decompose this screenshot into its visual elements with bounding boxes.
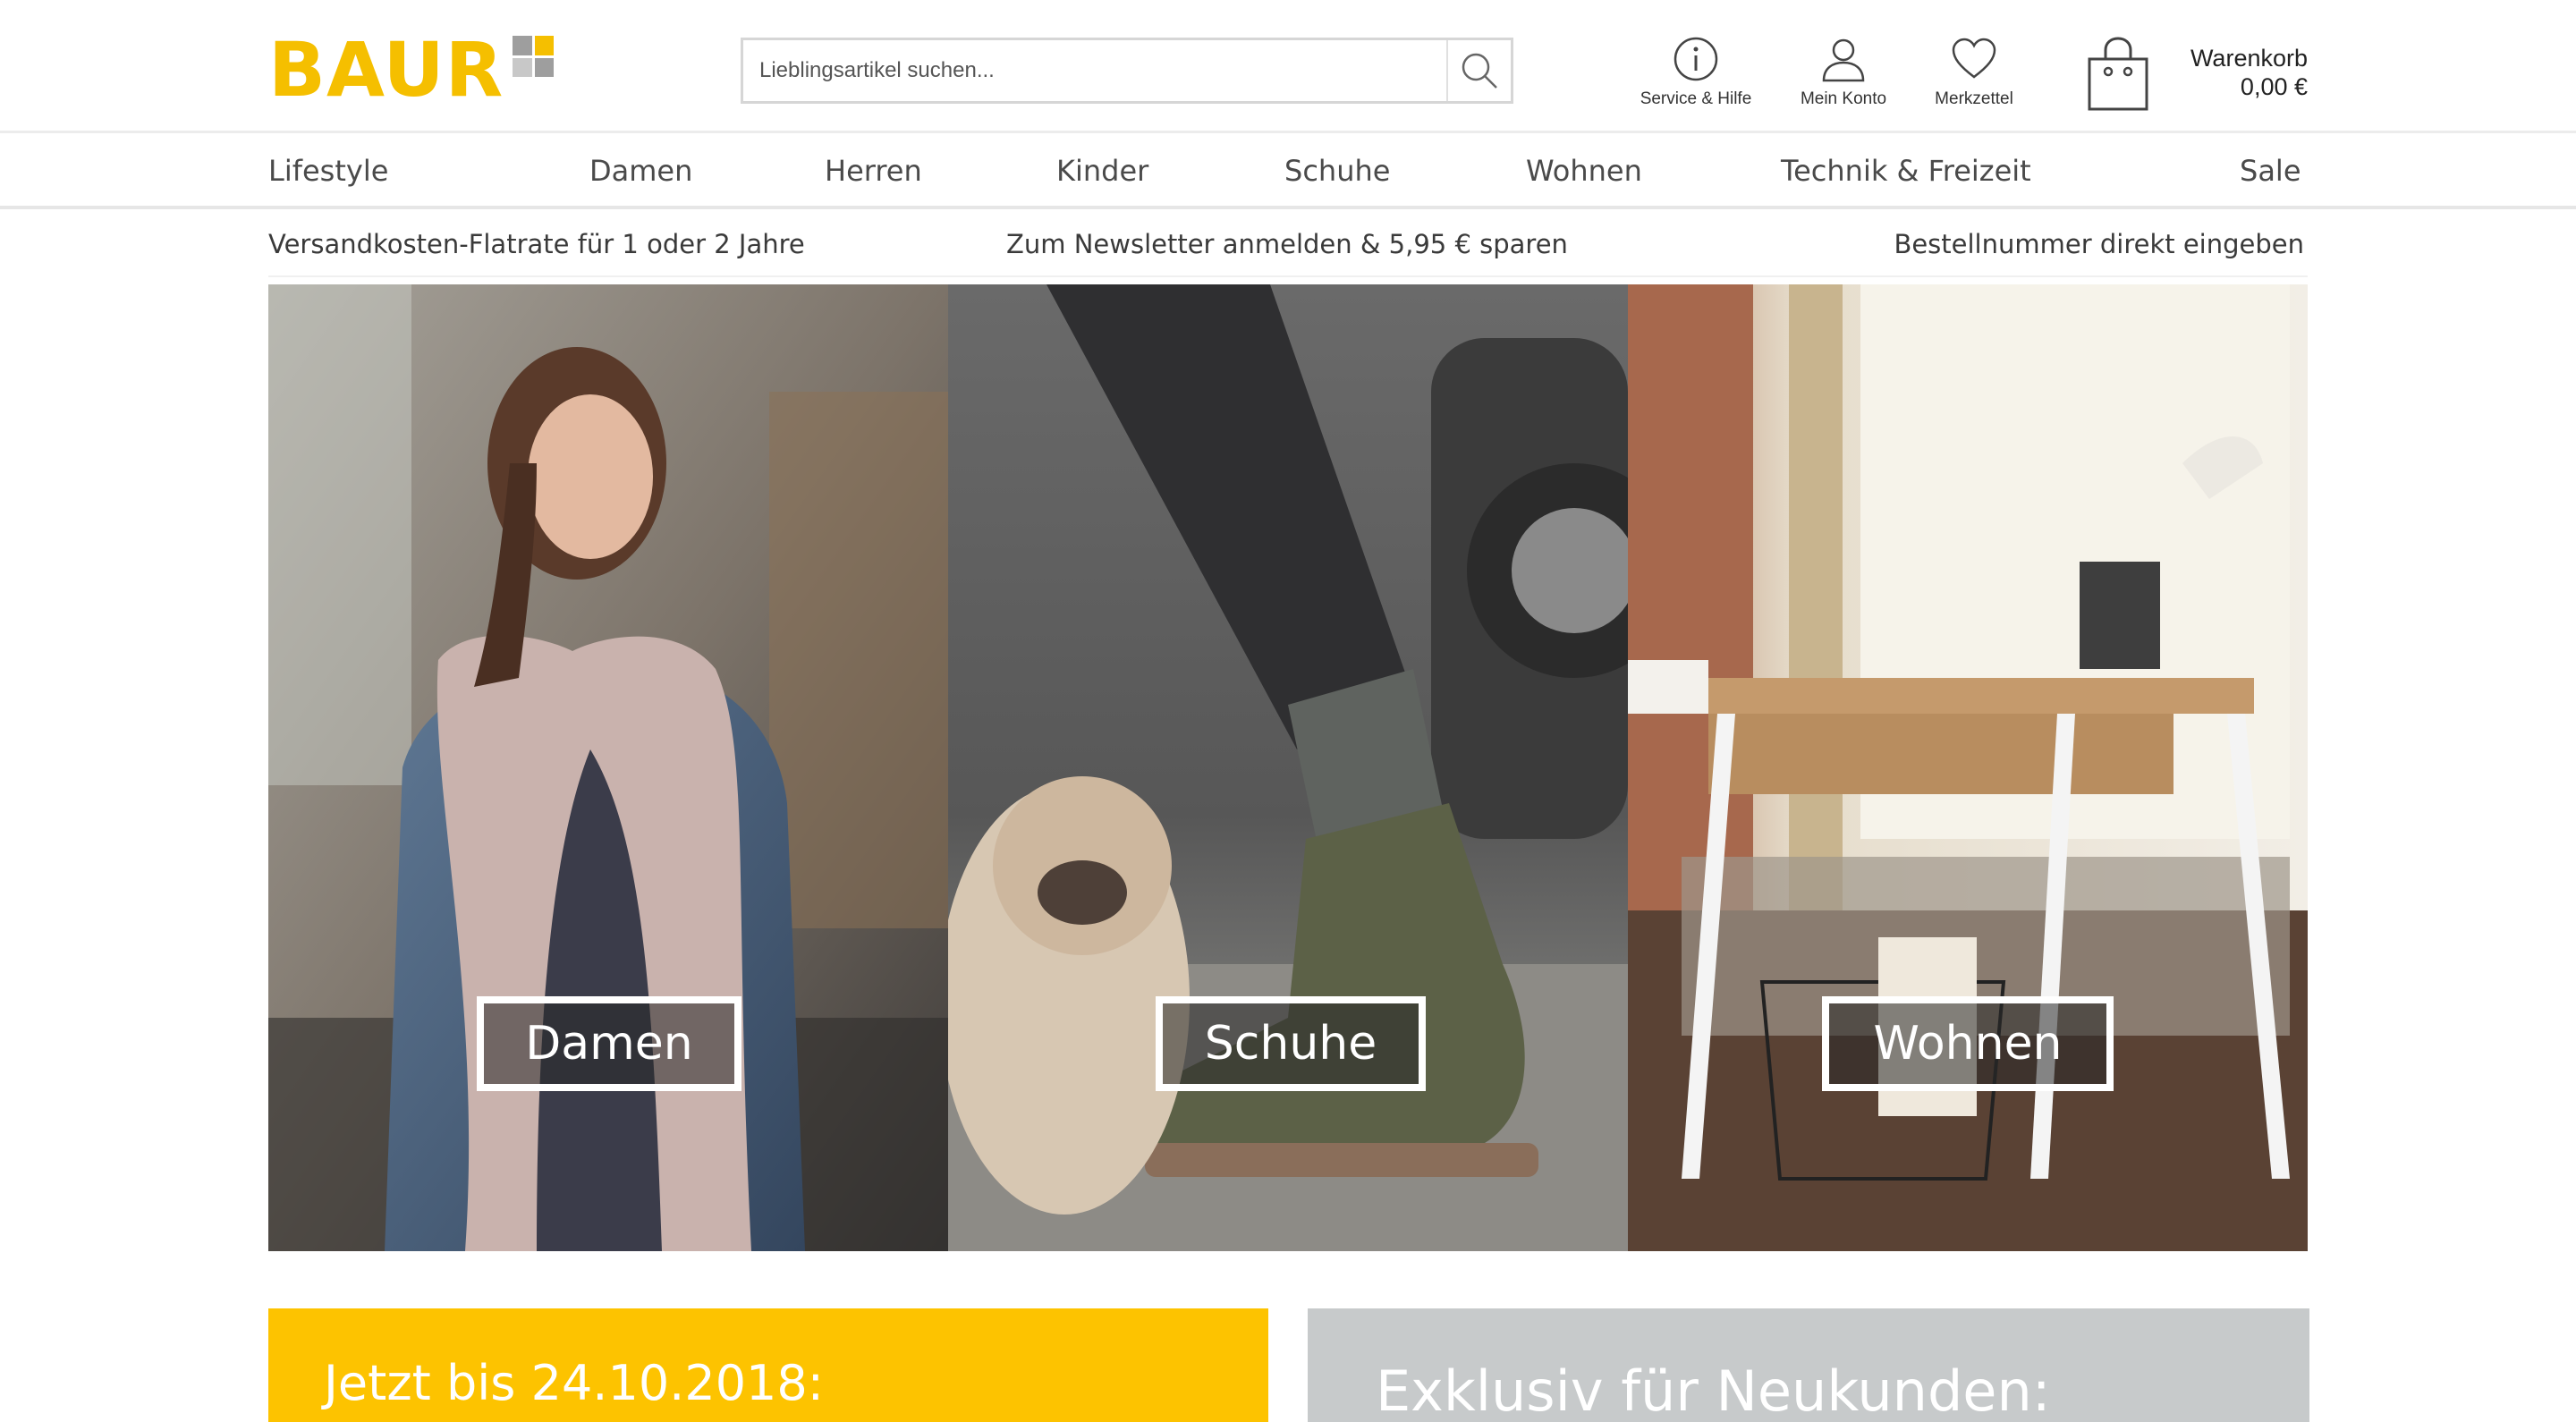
main-nav: Lifestyle Damen Herren Kinder Schuhe Woh… [0,136,2576,209]
merkzettel-label: Merkzettel [1935,89,2013,108]
tile-label-schuhe[interactable]: Schuhe [1156,996,1426,1091]
info-icon [1674,37,1718,81]
user-icon [1822,38,1865,82]
service-hilfe-link[interactable]: Service & Hilfe [1637,36,1755,109]
promo-date-text: Jetzt bis 24.10.2018: [324,1355,824,1411]
search-box [741,38,1513,104]
promo-box-date[interactable]: Jetzt bis 24.10.2018: [268,1308,1268,1422]
baur-logo[interactable]: BAUR [268,26,555,114]
site-header: BAUR Service & Hilfe Mein Konto Merk [0,0,2576,133]
warenkorb-label: Warenkorb [2190,45,2308,72]
promo-box-neukunden[interactable]: Exklusiv für Neukunden: [1308,1308,2309,1422]
info-bar: Versandkosten-Flatrate für 1 oder 2 Jahr… [268,213,2308,277]
shopping-bag-icon [2088,37,2148,111]
nav-item-technik-freizeit[interactable]: Technik & Freizeit [1781,154,2031,188]
heart-icon [1952,38,1996,79]
nav-item-kinder[interactable]: Kinder [1056,154,1148,188]
logo-mark-icon [513,36,555,77]
warenkorb-button[interactable]: Warenkorb 0,00 € [2084,36,2308,116]
tile-wohnen[interactable]: Wohnen [1628,284,2308,1251]
search-input[interactable] [743,40,1446,101]
tile-label-wohnen[interactable]: Wohnen [1822,996,2114,1091]
bestellnummer-link[interactable]: Bestellnummer direkt eingeben [1894,229,2304,259]
wohnen-image [1628,284,2308,1251]
mein-konto-link[interactable]: Mein Konto [1787,36,1900,109]
service-hilfe-label: Service & Hilfe [1640,89,1752,108]
merkzettel-link[interactable]: Merkzettel [1921,36,2027,109]
damen-image [268,284,948,1251]
nav-item-schuhe[interactable]: Schuhe [1284,154,1390,188]
mein-konto-label: Mein Konto [1800,89,1887,108]
search-icon [1462,53,1497,89]
tile-damen[interactable]: Damen [268,284,948,1251]
category-tiles: Damen Schuhe Wohnen [268,284,2309,1251]
warenkorb-total: 0,00 € [2240,73,2308,100]
tile-label-damen[interactable]: Damen [477,996,741,1091]
promo-neukunden-text: Exklusiv für Neukunden: [1376,1359,2051,1422]
nav-item-lifestyle[interactable]: Lifestyle [268,154,388,188]
logo-text: BAUR [268,26,504,114]
nav-item-wohnen[interactable]: Wohnen [1526,154,1642,188]
versandkosten-flatrate-link[interactable]: Versandkosten-Flatrate für 1 oder 2 Jahr… [268,229,805,259]
schuhe-image [948,284,1628,1251]
tile-schuhe[interactable]: Schuhe [948,284,1628,1251]
nav-item-herren[interactable]: Herren [825,154,922,188]
nav-item-sale[interactable]: Sale [2240,154,2301,188]
search-button[interactable] [1446,40,1511,101]
nav-item-damen[interactable]: Damen [589,154,692,188]
newsletter-link[interactable]: Zum Newsletter anmelden & 5,95 € sparen [1006,229,1568,259]
